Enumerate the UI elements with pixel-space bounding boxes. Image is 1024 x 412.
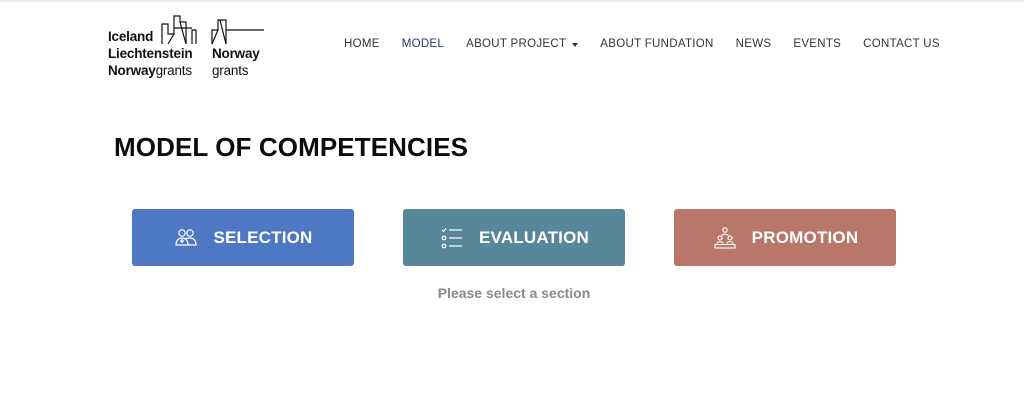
logo-line-liechtenstein: Liechtenstein xyxy=(108,46,193,61)
nav-item-news[interactable]: NEWS xyxy=(736,38,772,50)
evaluation-button[interactable]: EVALUATION xyxy=(403,209,625,266)
team-pyramid-icon xyxy=(712,225,738,251)
site-logo[interactable]: Iceland Liechtenstein Norwaygrants Norwa… xyxy=(106,12,276,84)
people-group-icon xyxy=(173,225,199,251)
nav-item-label: CONTACT US xyxy=(863,38,940,50)
nav-item-label: NEWS xyxy=(735,38,772,50)
nav-item-label: EVENTS xyxy=(793,38,842,50)
logo-right-text: Norway grants xyxy=(212,45,260,79)
nav-item-events[interactable]: EVENTS xyxy=(793,38,841,50)
page-title: MODEL OF COMPETENCIES xyxy=(114,132,469,162)
chevron-down-icon xyxy=(572,42,579,47)
logo-left-text: Iceland Liechtenstein Norwaygrants xyxy=(108,28,193,79)
nav-item-about-project[interactable]: ABOUT PROJECT xyxy=(466,38,579,50)
page: Iceland Liechtenstein Norwaygrants Norwa… xyxy=(0,0,1024,412)
logo-right-grants: grants xyxy=(212,63,249,78)
logo-grants-word: grants xyxy=(155,63,193,78)
selection-button[interactable]: SELECTION xyxy=(132,209,354,266)
nav-item-about-fundation[interactable]: ABOUT FUNDATION xyxy=(600,38,713,50)
top-divider xyxy=(0,0,1024,2)
promotion-button[interactable]: PROMOTION xyxy=(674,209,896,266)
selection-button-label: SELECTION xyxy=(213,227,313,247)
nav-item-label: ABOUT FUNDATION xyxy=(600,38,714,50)
nav-item-contact-us[interactable]: CONTACT US xyxy=(863,38,940,50)
main-nav: HOME MODEL ABOUT PROJECT ABOUT FUNDATION… xyxy=(344,37,940,51)
select-section-hint: Please select a section xyxy=(437,285,591,301)
logo-right-norway: Norway xyxy=(212,46,260,61)
logo-line-iceland: Iceland xyxy=(108,29,154,44)
nav-item-model[interactable]: MODEL xyxy=(402,38,444,50)
logo-norway-word: Norway xyxy=(108,63,156,78)
logo-line-norway-grants: Norwaygrants xyxy=(108,62,192,79)
nav-item-home[interactable]: HOME xyxy=(344,38,380,50)
nav-item-label: MODEL xyxy=(401,38,445,50)
nav-item-label: HOME xyxy=(344,38,380,50)
checklist-icon xyxy=(439,225,465,251)
promotion-button-label: PROMOTION xyxy=(751,227,859,247)
evaluation-button-label: EVALUATION xyxy=(479,227,589,247)
nav-item-label: ABOUT PROJECT xyxy=(466,38,567,50)
